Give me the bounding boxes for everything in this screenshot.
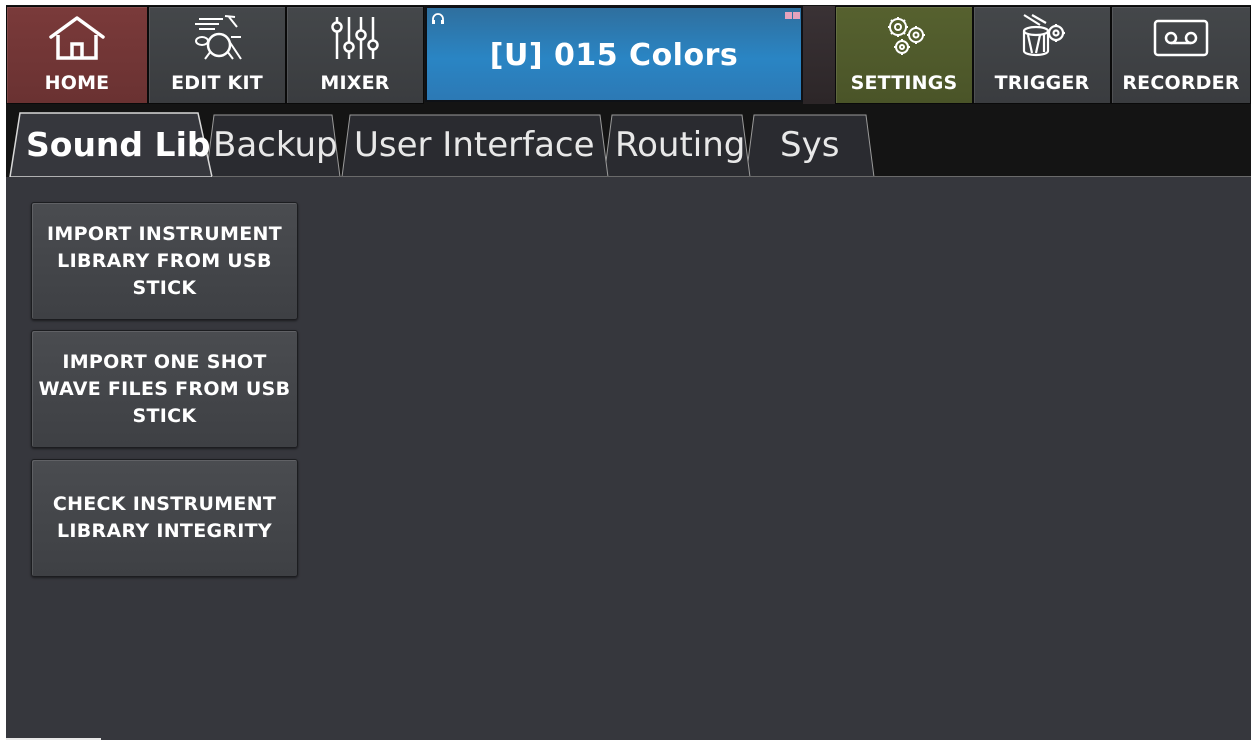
mixer-button[interactable]: MIXER (286, 6, 424, 104)
tab-sound-lib[interactable]: Sound Lib (26, 125, 211, 164)
home-button[interactable]: HOME (6, 6, 148, 104)
import-instrument-library-button[interactable]: IMPORT INSTRUMENT LIBRARY FROM USB STICK (31, 202, 298, 320)
home-icon (49, 16, 105, 60)
mixer-faders-icon (331, 17, 379, 59)
trigger-button[interactable]: TRIGGER (973, 6, 1111, 104)
app-window: HOME EDIT KIT MIXER [U] 015 Colors SETTI… (6, 5, 1251, 740)
settings-button[interactable]: SETTINGS (835, 6, 973, 104)
import-one-shot-wave-files-button[interactable]: IMPORT ONE SHOT WAVE FILES FROM USB STIC… (31, 330, 298, 448)
cassette-icon (1153, 19, 1209, 57)
drum-kit-icon (195, 15, 242, 60)
top-navigation-bar: HOME EDIT KIT MIXER [U] 015 Colors SETTI… (6, 5, 1251, 105)
headphones-icon (432, 13, 444, 24)
tab-sys[interactable]: Sys (780, 125, 839, 165)
display-edge (803, 6, 835, 104)
check-library-integrity-button[interactable]: CHECK INSTRUMENT LIBRARY INTEGRITY (31, 459, 298, 577)
edit-kit-label: EDIT KIT (171, 72, 263, 94)
status-indicator (793, 12, 800, 19)
tab-bar: Sound Lib Backup User Interface Routing … (6, 105, 1251, 177)
tab-user-interface[interactable]: User Interface (354, 125, 595, 165)
trigger-label: TRIGGER (994, 72, 1090, 94)
recorder-label: RECORDER (1122, 72, 1240, 94)
tab-backup[interactable]: Backup (213, 125, 338, 165)
tab-routing[interactable]: Routing (615, 125, 745, 165)
status-indicator (785, 12, 792, 19)
settings-label: SETTINGS (850, 72, 958, 94)
trigger-drum-icon (1022, 14, 1065, 57)
mixer-label: MIXER (320, 72, 390, 94)
home-label: HOME (44, 72, 110, 94)
gears-icon (888, 17, 925, 55)
edit-kit-button[interactable]: EDIT KIT (148, 6, 286, 104)
kit-name: [U] 015 Colors (489, 38, 739, 73)
kit-name-display[interactable]: [U] 015 Colors (425, 6, 803, 102)
recorder-button[interactable]: RECORDER (1111, 6, 1251, 104)
